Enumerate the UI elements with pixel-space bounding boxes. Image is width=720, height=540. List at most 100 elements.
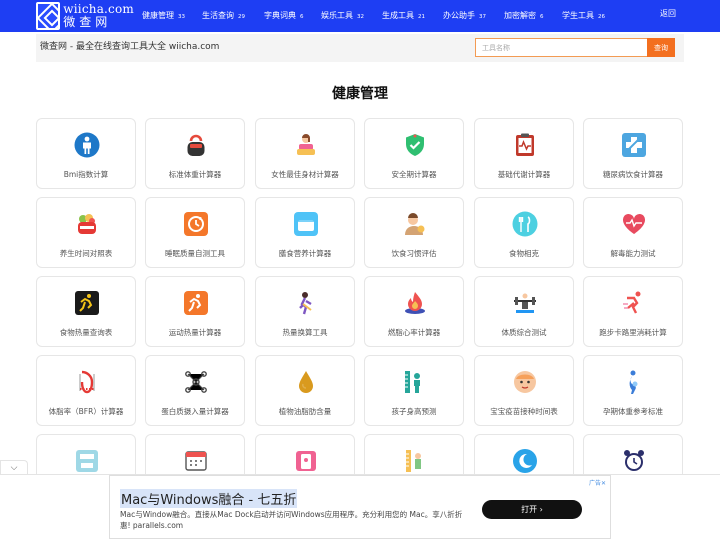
molecule-icon: [185, 371, 207, 393]
heartbeat-clipboard-icon: [516, 133, 534, 156]
nav-item-generators[interactable]: 生成工具 21: [382, 0, 425, 32]
alarm-clock-icon: [624, 450, 644, 471]
tool-label: 孕期体重参考标准: [603, 407, 663, 416]
salad-icon: [78, 214, 96, 234]
runner-orange-icon: [184, 291, 208, 315]
jogger-icon: [299, 292, 312, 315]
tool-card[interactable]: 基础代谢计算器: [474, 118, 574, 189]
tool-card[interactable]: 孕期体重参考标准: [583, 355, 683, 426]
tool-card[interactable]: 体质综合测试: [474, 276, 574, 347]
tool-label: 植物油脂肪含量: [278, 407, 332, 416]
ad-close-badge[interactable]: 广告✕: [589, 478, 606, 487]
nav-count: 6: [300, 13, 304, 20]
moon-icon: [513, 449, 537, 473]
page-title: 健康管理: [332, 86, 388, 102]
tool-label: 体脂率（BFR）计算器: [48, 407, 124, 416]
sub-header: 微查网 - 最全在线查询工具大全 wiicha.com 查询: [36, 34, 684, 62]
tool-card[interactable]: 孩子身高预测: [364, 355, 464, 426]
tool-label: Bmi指数计算: [63, 170, 109, 179]
tool-label: 饮食习惯评估: [391, 249, 437, 258]
nav-item-entertainment[interactable]: 娱乐工具 32: [321, 0, 364, 32]
nav-item-student[interactable]: 学生工具 26: [562, 0, 605, 32]
site-logo[interactable]: wiicha.com 微查网: [36, 0, 134, 32]
tool-card[interactable]: 养生时间对照表: [36, 197, 136, 268]
shield-check-icon: [406, 134, 424, 156]
tool-card[interactable]: 食物热量查询表: [36, 276, 136, 347]
tool-card[interactable]: 解毒能力测试: [583, 197, 683, 268]
tool-label: 解毒能力测试: [610, 249, 656, 258]
tool-label: 女性最佳身材计算器: [271, 170, 339, 179]
tool-card[interactable]: 运动热量计算器: [145, 276, 245, 347]
search-button[interactable]: 查询: [647, 38, 675, 57]
tool-label: 标准体重计算器: [168, 170, 222, 179]
body-icon: [74, 132, 100, 158]
tool-label: 养生时间对照表: [59, 249, 113, 258]
tool-card[interactable]: 膳食营养计算器: [255, 197, 355, 268]
sprinter-icon: [623, 291, 641, 314]
tool-label: 燃脂心率计算器: [387, 328, 441, 337]
height-chart-icon: [406, 450, 421, 472]
tool-card[interactable]: 饮食习惯评估: [364, 197, 464, 268]
scale-icon: [76, 450, 98, 472]
oil-drop-icon: [299, 371, 313, 393]
tape-measure-icon: [79, 370, 95, 394]
nav-count: 21: [418, 13, 425, 20]
nav-count: 33: [178, 13, 185, 20]
tool-label: 蛋白质摄入量计算器: [161, 407, 229, 416]
ad-description: Mac与Window融合。直接从Mac Dock启动并访问Windows应用程序…: [120, 510, 463, 530]
tool-label: 基础代谢计算器: [497, 170, 551, 179]
tool-card[interactable]: 体脂率（BFR）计算器: [36, 355, 136, 426]
tool-label: 糖尿病饮食计算器: [603, 170, 663, 179]
nav-item-encryption[interactable]: 加密解密 6: [504, 0, 544, 32]
tool-card[interactable]: 植物油脂肪含量: [255, 355, 355, 426]
medical-cross-icon: [622, 133, 646, 157]
tool-card[interactable]: 蛋白质摄入量计算器: [145, 355, 245, 426]
kettlebell-icon: [187, 134, 205, 156]
calendar-icon: [185, 451, 207, 471]
tool-card[interactable]: 食物相克: [474, 197, 574, 268]
logo-text-cn: 微查网: [63, 15, 112, 29]
back-link[interactable]: 返回: [660, 0, 676, 28]
nav-count: 37: [479, 13, 486, 20]
heart-pulse-icon: [622, 213, 646, 234]
nav-count: 32: [357, 13, 364, 20]
pregnancy-icon: [629, 370, 638, 394]
nav-count: 29: [238, 13, 245, 20]
nav-item-life[interactable]: 生活查询 29: [202, 0, 245, 32]
tool-card[interactable]: z 睡眠质量自测工具: [145, 197, 245, 268]
nav-item-health[interactable]: 健康管理 33: [142, 0, 185, 32]
tool-card[interactable]: 糖尿病饮食计算器: [583, 118, 683, 189]
food-box-icon: [294, 212, 318, 236]
tool-label: 宝宝疫苗接种时间表: [490, 407, 558, 416]
flame-icon: [405, 292, 425, 314]
weightlifter-icon: [514, 293, 536, 313]
tool-card[interactable]: 安全期计算器: [364, 118, 464, 189]
tool-label: 孩子身高预测: [391, 407, 437, 416]
tool-label: 跑步卡路里消耗计算: [599, 328, 667, 337]
tool-card[interactable]: 跑步卡路里消耗计算: [583, 276, 683, 347]
tool-card[interactable]: 标准体重计算器: [145, 118, 245, 189]
tool-card[interactable]: Bmi指数计算: [36, 118, 136, 189]
runner-black-icon: [75, 291, 99, 315]
logo-icon: [36, 2, 61, 30]
tool-card[interactable]: 宝宝疫苗接种时间表: [474, 355, 574, 426]
woman-icon: [297, 134, 315, 155]
tool-card[interactable]: 女性最佳身材计算器: [255, 118, 355, 189]
tool-label: 睡眠质量自测工具: [165, 249, 225, 258]
tool-card[interactable]: 燃脂心率计算器: [364, 276, 464, 347]
chef-icon: [405, 213, 425, 235]
ad-title[interactable]: Mac与Windows融合 - 七五折: [120, 489, 298, 508]
height-ruler-icon: [405, 371, 420, 393]
top-navigation: wiicha.com 微查网 健康管理 33 生活查询 29 字典词典 6 娱乐工具 3…: [0, 0, 720, 32]
site-subtitle: 微查网 - 最全在线查询工具大全 wiicha.com: [40, 42, 220, 52]
ad-open-button[interactable]: 打开 ›: [482, 500, 582, 519]
nav-item-dictionary[interactable]: 字典词典 6: [264, 0, 304, 32]
tool-label: 食物相克: [509, 249, 539, 258]
cutlery-icon: [512, 211, 538, 237]
ad-content[interactable]: 广告✕ Mac与Windows融合 - 七五折 Mac与Window融合。直接从…: [109, 475, 611, 539]
nav-count: 6: [540, 13, 544, 20]
nav-item-office[interactable]: 办公助手 37: [443, 0, 486, 32]
tool-label: 食物热量查询表: [59, 328, 113, 337]
tool-card[interactable]: 热量换算工具: [255, 276, 355, 347]
search-input[interactable]: [475, 38, 648, 57]
